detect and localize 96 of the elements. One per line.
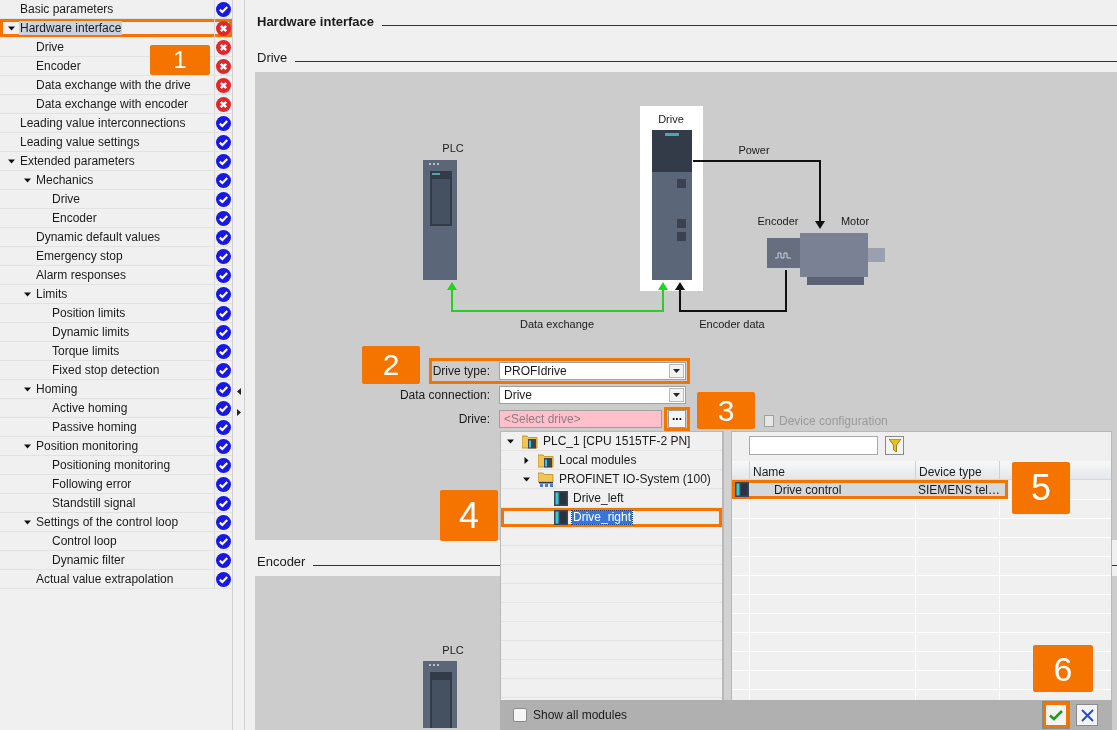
tree-item[interactable]: Alarm responses bbox=[35, 268, 128, 282]
drive-select-field[interactable]: <Select drive> bbox=[499, 410, 662, 428]
callout-number: 2 bbox=[362, 346, 420, 384]
device-label: Motor bbox=[840, 215, 870, 227]
tree-item[interactable]: Dynamic limits bbox=[51, 325, 131, 339]
dropdown-field[interactable]: Drive bbox=[499, 386, 686, 404]
field-label: Drive type: bbox=[432, 364, 490, 378]
expanded-caret-icon[interactable] bbox=[24, 176, 31, 184]
checkbox[interactable] bbox=[513, 708, 527, 722]
collapsed-caret-icon[interactable] bbox=[523, 457, 530, 464]
tree-item[interactable]: Control loop bbox=[51, 534, 118, 548]
dropdown-arrow-icon bbox=[673, 369, 680, 373]
connection-label: Encoder data bbox=[699, 318, 765, 330]
device-tree-item[interactable]: Drive_left bbox=[572, 492, 625, 505]
expanded-caret-icon[interactable] bbox=[24, 518, 31, 526]
tree-item[interactable]: Drive bbox=[35, 40, 65, 54]
table-cell[interactable]: Drive control bbox=[750, 480, 916, 499]
funnel-icon bbox=[888, 439, 901, 452]
browse-button[interactable]: ... bbox=[668, 410, 686, 428]
tree-item[interactable]: Limits bbox=[35, 287, 69, 301]
expanded-caret-icon[interactable] bbox=[24, 385, 31, 393]
drive-module-icon bbox=[735, 482, 749, 497]
network-folder-icon bbox=[538, 472, 554, 487]
tree-item[interactable]: Fixed stop detection bbox=[51, 363, 161, 377]
tree-item[interactable]: Data exchange with the drive bbox=[35, 78, 192, 92]
column-header[interactable]: Device type bbox=[916, 461, 1000, 479]
tree-item[interactable]: Actual value extrapolation bbox=[35, 572, 175, 586]
tree-item[interactable]: Standstill signal bbox=[51, 496, 137, 510]
callout-number: 4 bbox=[440, 490, 498, 541]
callout-number: 3 bbox=[697, 392, 755, 429]
tree-item[interactable]: Positioning monitoring bbox=[51, 458, 172, 472]
device-tree-item[interactable]: PLC_1 [CPU 1515TF-2 PN] bbox=[542, 435, 692, 448]
tree-item[interactable]: Extended parameters bbox=[19, 154, 136, 168]
tree-item[interactable]: Torque limits bbox=[51, 344, 121, 358]
tree-item[interactable]: Data exchange with encoder bbox=[35, 97, 190, 111]
expanded-caret-icon[interactable] bbox=[24, 290, 31, 298]
field-label: Drive: bbox=[458, 412, 490, 426]
section-title: Encoder bbox=[257, 554, 306, 570]
drive-module-icon bbox=[554, 510, 568, 525]
filter-button[interactable] bbox=[885, 436, 904, 455]
callout-number: 6 bbox=[1033, 645, 1093, 692]
page-title: Hardware interface bbox=[257, 14, 375, 30]
tree-item[interactable]: Passive homing bbox=[51, 420, 138, 434]
encoder-drawing bbox=[767, 238, 800, 268]
device-tree-item[interactable]: Drive_right bbox=[572, 511, 633, 524]
tree-item[interactable]: Settings of the control loop bbox=[35, 515, 180, 529]
tree-item[interactable]: Position limits bbox=[51, 306, 127, 320]
tree-item[interactable]: Mechanics bbox=[35, 173, 95, 187]
tree-item[interactable]: Drive bbox=[51, 192, 81, 206]
tree-item[interactable]: Following error bbox=[51, 477, 133, 491]
tree-item[interactable]: Position monitoring bbox=[35, 439, 140, 453]
expanded-caret-icon[interactable] bbox=[24, 442, 31, 450]
plc-device-drawing bbox=[423, 661, 457, 728]
tree-item[interactable]: Leading value settings bbox=[19, 135, 141, 149]
device-label: PLC bbox=[442, 644, 464, 656]
callout-number: 5 bbox=[1012, 462, 1070, 514]
section-title: Drive bbox=[257, 50, 288, 66]
close-icon bbox=[1080, 708, 1094, 722]
dropdown-arrow-icon bbox=[673, 393, 680, 397]
tree-item[interactable]: Dynamic filter bbox=[51, 553, 126, 567]
device-tree-item[interactable]: PROFINET IO-System (100) bbox=[558, 473, 712, 486]
folder-device-icon bbox=[522, 434, 538, 449]
filter-field[interactable] bbox=[749, 436, 878, 455]
field-label: Data connection: bbox=[399, 388, 490, 402]
confirm-button[interactable] bbox=[1042, 701, 1070, 729]
expanded-caret-icon[interactable] bbox=[507, 438, 514, 445]
tree-item[interactable]: Encoder bbox=[35, 59, 82, 73]
collapse-arrow-icon[interactable] bbox=[236, 388, 241, 395]
tree-item[interactable]: Hardware interface bbox=[19, 21, 123, 35]
tree-item[interactable]: Homing bbox=[35, 382, 79, 396]
tree-item[interactable]: Dynamic default values bbox=[35, 230, 162, 244]
device-label: PLC bbox=[442, 142, 464, 154]
checkbox-label: Show all modules bbox=[533, 708, 629, 722]
expanded-caret-icon[interactable] bbox=[523, 476, 530, 483]
tree-item[interactable]: Leading value interconnections bbox=[19, 116, 187, 130]
device-label: Encoder bbox=[757, 215, 799, 227]
tree-item[interactable]: Active homing bbox=[51, 401, 129, 415]
device-label: Drive bbox=[658, 113, 684, 125]
device-tree-item[interactable]: Local modules bbox=[558, 454, 638, 467]
connection-label: Power bbox=[738, 144, 770, 156]
module-icon bbox=[764, 415, 774, 427]
dropdown-field[interactable]: PROFIdrive bbox=[499, 362, 686, 380]
tree-item[interactable]: Encoder bbox=[51, 211, 98, 225]
column-header[interactable]: Name bbox=[750, 461, 916, 479]
folder-device-icon bbox=[538, 453, 554, 468]
close-button[interactable] bbox=[1076, 704, 1098, 726]
tree-item[interactable]: Emergency stop bbox=[35, 249, 124, 263]
drive-module-icon bbox=[554, 491, 568, 506]
expanded-caret-icon[interactable] bbox=[8, 157, 15, 165]
expanded-caret-icon[interactable] bbox=[8, 24, 15, 32]
expand-arrow-icon[interactable] bbox=[236, 409, 241, 416]
tree-item[interactable]: Basic parameters bbox=[19, 2, 115, 16]
table-cell[interactable]: SIEMENS tel… bbox=[916, 480, 1008, 499]
connection-label: Data exchange bbox=[520, 318, 594, 330]
callout-number: 1 bbox=[150, 45, 210, 75]
check-icon bbox=[1049, 709, 1063, 721]
